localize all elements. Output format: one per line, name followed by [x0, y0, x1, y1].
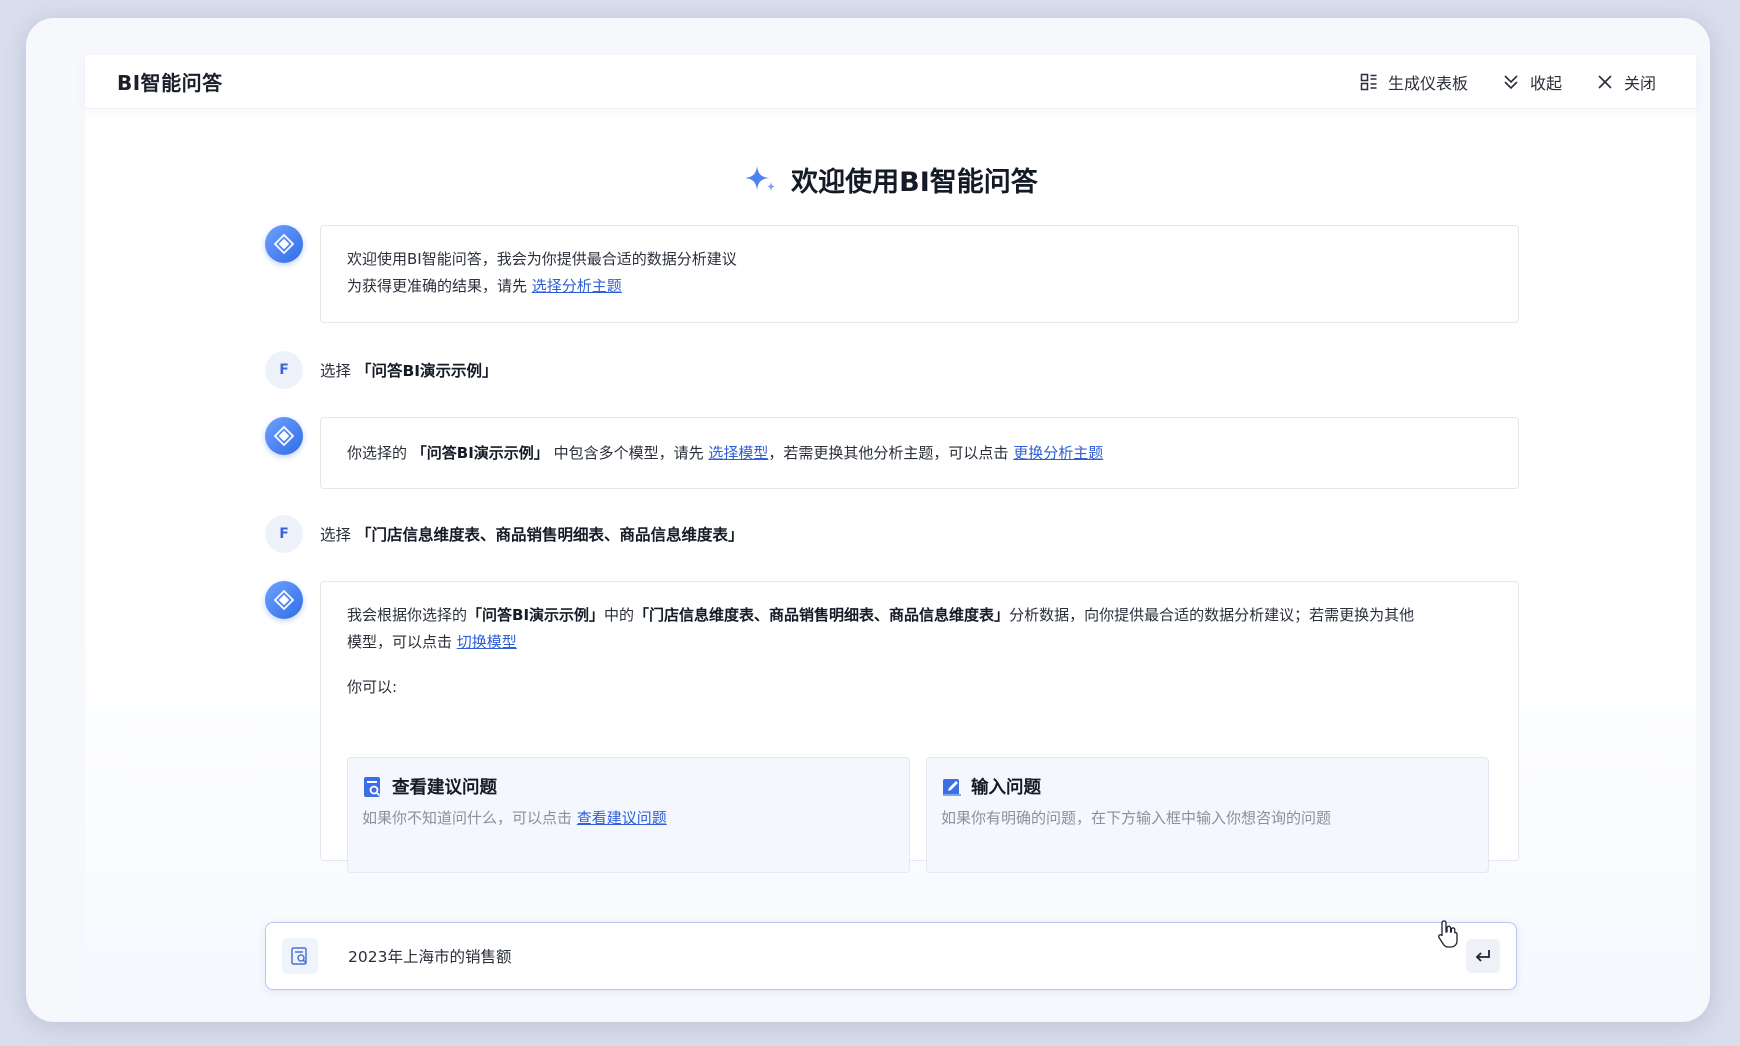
text-segment: 如果你不知道问什么，可以点击: [362, 809, 573, 827]
window-frame: BI智能问答 生成仪表板 收起 关闭 欢迎使用BI智能问答 欢迎使用BI智能问答…: [26, 18, 1710, 1022]
bot-message: 欢迎使用BI智能问答，我会为你提供最合适的数据分析建议 为获得更准确的结果，请先…: [320, 225, 1519, 323]
text-segment: 我会根据你选择的: [347, 606, 468, 624]
card-title-text: 输入问题: [971, 778, 1041, 798]
text-segment: 你选择的: [347, 444, 408, 462]
panel-title: BI智能问答: [117, 71, 223, 95]
bot-avatar: [265, 581, 303, 619]
bot-logo-icon: [273, 589, 295, 611]
card-title: 输入问题: [941, 774, 1474, 799]
card-title: 查看建议问题: [362, 774, 895, 799]
model-names: 「门店信息维度表、商品销售明细表、商品信息维度表」: [634, 606, 1010, 624]
bot-logo-icon: [273, 233, 295, 255]
select-topic-link[interactable]: 选择分析主题: [532, 277, 622, 295]
topic-name: 「问答BI演示示例」: [467, 606, 605, 624]
text-segment: 为获得更准确的结果，请先: [347, 277, 528, 295]
card-title-text: 查看建议问题: [392, 778, 497, 798]
text-segment: 模型，可以点击: [347, 633, 453, 651]
input-question-card[interactable]: 输入问题 如果你有明确的问题，在下方输入框中输入你想咨询的问题: [926, 757, 1489, 873]
bot-avatar: [265, 225, 303, 263]
text-segment: 中包含多个模型，请先: [553, 444, 704, 462]
you-can-label: 你可以:: [347, 678, 398, 696]
text-segment: ，若需更换其他分析主题，可以点击: [768, 444, 1009, 462]
suggestion-icon: [364, 776, 381, 797]
generate-dashboard-button[interactable]: 生成仪表板: [1360, 70, 1468, 94]
send-button[interactable]: [1466, 939, 1500, 973]
close-icon: [1598, 74, 1612, 89]
text-segment: 选择: [320, 526, 352, 544]
welcome-title: 欢迎使用BI智能问答: [791, 167, 1038, 198]
user-message: 选择 「门店信息维度表、商品销售明细表、商品信息维度表」: [320, 523, 743, 545]
header: BI智能问答 生成仪表板 收起 关闭: [85, 55, 1696, 109]
edit-icon: [943, 778, 961, 796]
suggested-questions-card[interactable]: 查看建议问题 如果你不知道问什么，可以点击 查看建议问题: [347, 757, 910, 873]
dashboard-icon: [1360, 73, 1377, 90]
user-avatar: F: [265, 515, 303, 553]
hand-cursor-icon: [1438, 920, 1458, 948]
user-avatar: F: [265, 351, 303, 389]
selected-models: 「门店信息维度表、商品销售明细表、商品信息维度表」: [355, 526, 744, 544]
bot-message-line: 模型，可以点击 切换模型: [347, 629, 1492, 656]
bot-avatar: [265, 417, 303, 455]
header-actions: 生成仪表板 收起 关闭: [1360, 70, 1656, 94]
bot-message: 你选择的 「问答BI演示示例」 中包含多个模型，请先 选择模型，若需更换其他分析…: [320, 417, 1519, 489]
close-button[interactable]: 关闭: [1596, 70, 1656, 94]
collapse-icon: [1504, 74, 1518, 89]
text-segment: 选择: [320, 362, 352, 380]
selected-topic: 「问答BI演示示例」: [355, 362, 498, 380]
view-suggestions-link[interactable]: 查看建议问题: [577, 809, 667, 827]
user-message: 选择 「问答BI演示示例」: [320, 359, 498, 381]
card-description: 如果你有明确的问题，在下方输入框中输入你想咨询的问题: [941, 809, 1332, 827]
collapse-label: 收起: [1529, 73, 1562, 93]
bot-message-line: 欢迎使用BI智能问答，我会为你提供最合适的数据分析建议: [347, 250, 737, 268]
search-doc-icon: [291, 947, 307, 965]
bot-message-line: 为获得更准确的结果，请先 选择分析主题: [347, 273, 1492, 300]
enter-icon: [1475, 950, 1490, 962]
collapse-button[interactable]: 收起: [1502, 70, 1562, 94]
text-segment: 中的: [604, 606, 635, 624]
text-segment: 分析数据，向你提供最合适的数据分析建议；若需更换为其他: [1009, 606, 1415, 624]
close-label: 关闭: [1623, 73, 1656, 93]
chat-panel: BI智能问答 生成仪表板 收起 关闭 欢迎使用BI智能问答 欢迎使用BI智能问答…: [85, 55, 1696, 1018]
generate-dashboard-label: 生成仪表板: [1387, 73, 1468, 93]
change-topic-link[interactable]: 更换分析主题: [1013, 444, 1103, 462]
question-library-button[interactable]: [282, 938, 318, 974]
topic-name: 「问答BI演示示例」: [411, 444, 549, 462]
card-description: 如果你不知道问什么，可以点击 查看建议问题: [362, 807, 895, 828]
switch-model-link[interactable]: 切换模型: [457, 633, 517, 651]
select-model-link[interactable]: 选择模型: [708, 444, 768, 462]
sparkle-icon: [745, 165, 776, 191]
bot-logo-icon: [273, 425, 295, 447]
welcome-heading: 欢迎使用BI智能问答: [85, 160, 1696, 199]
question-input-box[interactable]: 2023年上海市的销售额: [265, 922, 1517, 990]
question-input[interactable]: 2023年上海市的销售额: [348, 945, 1466, 967]
bot-message-line: 我会根据你选择的「问答BI演示示例」中的「门店信息维度表、商品销售明细表、商品信…: [347, 602, 1492, 629]
